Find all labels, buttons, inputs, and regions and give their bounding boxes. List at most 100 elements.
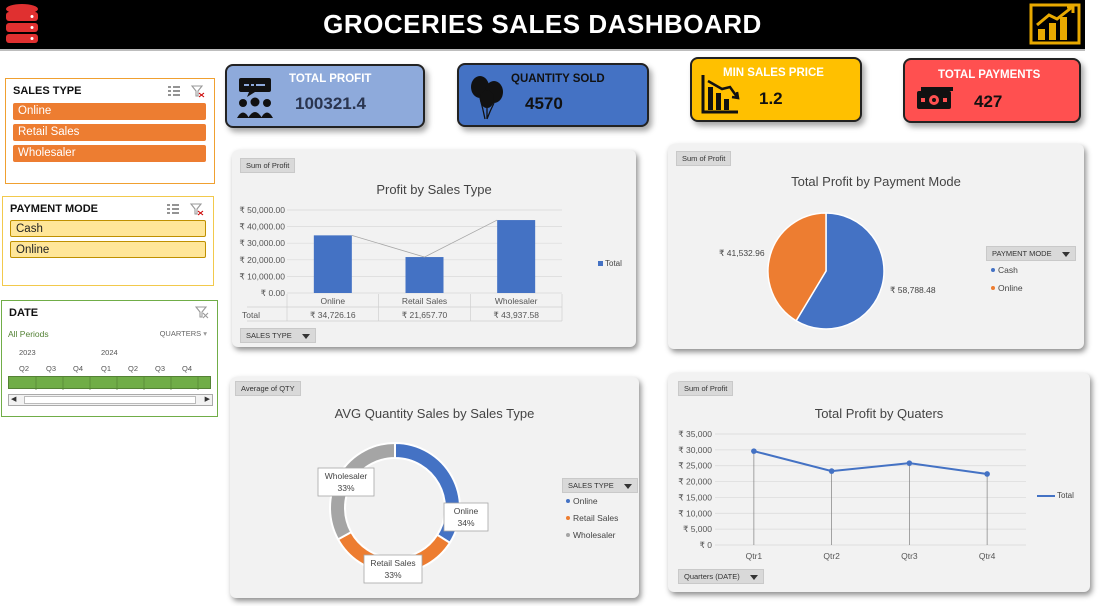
legend-marker bbox=[566, 533, 570, 537]
timeline-selection-bar[interactable] bbox=[8, 376, 211, 390]
x-tick-label: Qtr1 bbox=[746, 551, 763, 561]
x-tick-label: Qtr4 bbox=[979, 551, 996, 561]
cash-icon bbox=[917, 87, 953, 109]
payment-mode-filter-button[interactable]: PAYMENT MODE bbox=[986, 246, 1076, 261]
x-category-label: Retail Sales bbox=[402, 296, 447, 306]
declining-chart-icon bbox=[701, 75, 740, 114]
data-label-percent: 34% bbox=[457, 518, 474, 528]
data-table-value: ₹ 34,726.16 bbox=[310, 310, 356, 320]
data-table-row-label: Total bbox=[242, 310, 260, 320]
quarter-label: Q3 bbox=[155, 364, 166, 373]
slicer-item-cash[interactable]: Cash bbox=[10, 220, 206, 237]
slicer-title: DATE bbox=[9, 307, 39, 319]
data-point bbox=[828, 468, 835, 474]
legend-label: Retail Sales bbox=[573, 513, 618, 523]
kpi-value: 427 bbox=[974, 92, 1003, 111]
data-label-category: Retail Sales bbox=[370, 558, 415, 568]
balloons-icon bbox=[471, 76, 503, 120]
kpi-min-sales-price: MIN SALES PRICE 1.2 bbox=[690, 57, 862, 122]
legend-label: Total bbox=[605, 259, 622, 268]
y-tick-label: ₹ 0.00 bbox=[261, 288, 286, 298]
data-label: ₹ 58,788.48 bbox=[890, 285, 936, 295]
slicer-item-online[interactable]: Online bbox=[13, 103, 206, 120]
slicer-title: PAYMENT MODE bbox=[10, 203, 99, 215]
all-periods-label: All Periods bbox=[8, 329, 49, 339]
filter-label: PAYMENT MODE bbox=[992, 249, 1052, 258]
legend-entry-total: Total bbox=[1037, 491, 1074, 500]
payment-mode-slicer: PAYMENT MODE Cash Online bbox=[2, 196, 214, 286]
y-tick-label: ₹ 35,000 bbox=[678, 429, 712, 439]
dropdown-caret-icon bbox=[749, 574, 758, 580]
quarter-label: Q1 bbox=[101, 364, 112, 373]
scroll-left-icon[interactable]: ◀ bbox=[11, 395, 16, 403]
slicer-title: SALES TYPE bbox=[13, 85, 82, 97]
granularity-dropdown[interactable]: QUARTERS ▾ bbox=[160, 329, 207, 338]
y-tick-label: ₹ 40,000.00 bbox=[239, 222, 285, 232]
y-tick-label: ₹ 15,000 bbox=[678, 492, 712, 502]
legend-label: Total bbox=[1057, 491, 1074, 500]
sales-type-slicer: SALES TYPE Online Retail Sales Wholesale… bbox=[5, 78, 215, 184]
y-tick-label: ₹ 20,000.00 bbox=[239, 255, 285, 265]
slicer-item-online[interactable]: Online bbox=[10, 241, 206, 258]
y-tick-label: ₹ 20,000 bbox=[678, 477, 712, 487]
legend-marker bbox=[566, 516, 570, 520]
quarters-filter-button[interactable]: Quarters (DATE) bbox=[678, 569, 764, 584]
dropdown-caret-icon bbox=[1061, 251, 1070, 257]
clear-filter-icon[interactable] bbox=[195, 305, 209, 319]
legend-label: Wholesaler bbox=[573, 530, 616, 540]
x-tick-label: Qtr3 bbox=[901, 551, 918, 561]
legend-entry-total: Total bbox=[598, 259, 622, 268]
legend-label: Online bbox=[998, 283, 1023, 293]
legend-swatch bbox=[598, 261, 603, 266]
y-tick-label: ₹ 30,000 bbox=[678, 445, 712, 455]
multi-select-icon[interactable] bbox=[166, 84, 206, 98]
filter-label: SALES TYPE bbox=[246, 331, 292, 340]
scrollbar-thumb[interactable] bbox=[24, 396, 196, 404]
slicer-item-wholesaler[interactable]: Wholesaler bbox=[13, 145, 206, 162]
connector-line bbox=[351, 219, 498, 258]
date-timeline-slicer: DATE All Periods QUARTERS ▾ 2023 2024 Q2… bbox=[1, 300, 218, 417]
filter-label: SALES TYPE bbox=[568, 481, 614, 490]
multi-select-icon[interactable] bbox=[165, 202, 205, 216]
data-table-value: ₹ 21,657.70 bbox=[402, 310, 448, 320]
legend-marker bbox=[991, 268, 995, 272]
kpi-label: TOTAL PAYMENTS bbox=[938, 69, 1041, 81]
bar bbox=[497, 220, 536, 293]
data-point bbox=[906, 460, 913, 466]
kpi-quantity-sold: QUANTITY SOLD 4570 bbox=[457, 63, 649, 127]
timeline-scrollbar[interactable]: ◀ ▶ bbox=[8, 394, 213, 406]
series-line bbox=[753, 450, 988, 475]
kpi-label: QUANTITY SOLD bbox=[511, 73, 605, 85]
legend-label: Online bbox=[573, 496, 598, 506]
x-tick-label: Qtr2 bbox=[823, 551, 840, 561]
filter-label: Quarters (DATE) bbox=[684, 572, 740, 581]
scroll-right-icon[interactable]: ▶ bbox=[205, 395, 210, 403]
quarter-label: Q2 bbox=[19, 364, 30, 373]
granularity-label: QUARTERS bbox=[159, 329, 202, 338]
data-label-percent: 33% bbox=[337, 483, 354, 493]
header-divider bbox=[0, 49, 1085, 51]
kpi-value: 100321.4 bbox=[295, 94, 366, 113]
chart-profit-by-payment-mode: Sum of Profit Total Profit by Payment Mo… bbox=[668, 144, 1084, 349]
data-point bbox=[984, 471, 990, 477]
kpi-total-payments: TOTAL PAYMENTS 427 bbox=[903, 58, 1081, 123]
dropdown-caret-icon bbox=[301, 333, 310, 339]
sales-type-filter-button[interactable]: SALES TYPE bbox=[562, 478, 638, 493]
y-tick-label: ₹ 0 bbox=[700, 540, 713, 550]
dropdown-caret-icon bbox=[623, 483, 632, 489]
data-label-percent: 33% bbox=[384, 570, 401, 580]
data-label-category: Wholesaler bbox=[325, 471, 368, 481]
quarter-label: Q4 bbox=[182, 364, 193, 373]
x-category-label: Online bbox=[321, 296, 346, 306]
bar-chart: ₹ 0.00 ₹ 10,000.00 ₹ 20,000.00 ₹ 30,000.00 ₹… bbox=[239, 205, 563, 322]
meeting-icon bbox=[237, 78, 273, 118]
dashboard-header: GROCERIES SALES DASHBOARD bbox=[0, 0, 1085, 49]
kpi-label: MIN SALES PRICE bbox=[723, 67, 824, 79]
kpi-label: TOTAL PROFIT bbox=[289, 73, 372, 85]
kpi-total-profit: TOTAL PROFIT 100321.4 bbox=[225, 64, 425, 128]
slicer-item-retail-sales[interactable]: Retail Sales bbox=[13, 124, 206, 141]
sales-type-filter-button[interactable]: SALES TYPE bbox=[240, 328, 316, 343]
data-table-value: ₹ 43,937.58 bbox=[493, 310, 539, 320]
legend-line-marker bbox=[1037, 494, 1055, 497]
data-label: ₹ 41,532.96 bbox=[719, 248, 765, 258]
